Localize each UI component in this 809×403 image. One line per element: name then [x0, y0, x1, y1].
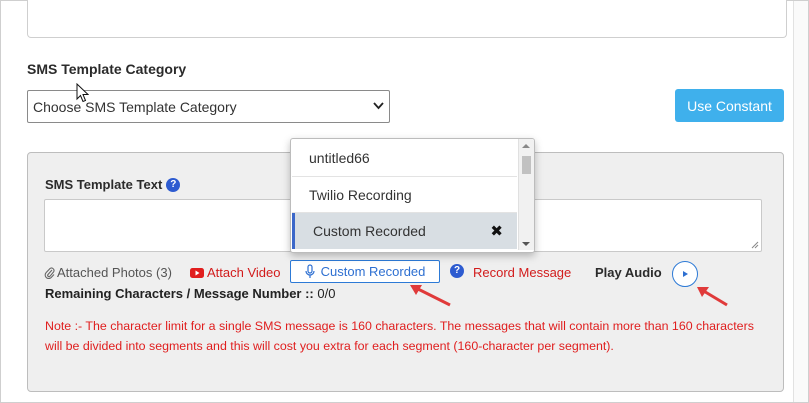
- microphone-icon: [305, 264, 315, 278]
- use-constant-button[interactable]: Use Constant: [675, 89, 784, 122]
- character-limit-note: Note :- The character limit for a single…: [45, 319, 754, 353]
- scroll-down-icon[interactable]: [522, 241, 530, 247]
- chevron-down-icon: [373, 102, 384, 110]
- dropdown-scrollbar[interactable]: [518, 139, 534, 250]
- play-audio-label: Play Audio: [595, 265, 662, 280]
- custom-recorded-button[interactable]: Custom Recorded: [290, 260, 440, 283]
- attached-photos-link[interactable]: Attached Photos (3): [44, 265, 172, 280]
- paperclip-icon: [44, 267, 55, 279]
- page-frame: SMS Template Category Choose SMS Templat…: [0, 0, 809, 403]
- dropdown-item[interactable]: Twilio Recording: [292, 177, 517, 213]
- category-select-value: Choose SMS Template Category: [33, 99, 237, 115]
- recording-dropdown[interactable]: untitled66 Twilio Recording Custom Recor…: [290, 138, 535, 253]
- remove-icon[interactable]: ✖: [490, 222, 503, 240]
- template-label-row: SMS Template Text ?: [45, 177, 181, 192]
- dropdown-item-label: Twilio Recording: [309, 187, 412, 203]
- resize-handle-icon[interactable]: [751, 241, 759, 249]
- attach-video-link[interactable]: Attach Video: [190, 265, 280, 280]
- help-icon[interactable]: ?: [450, 264, 464, 278]
- dropdown-scroll-thumb[interactable]: [522, 156, 531, 174]
- template-label: SMS Template Text: [45, 177, 163, 192]
- annotation-arrow-icon: [410, 285, 451, 307]
- remaining-label: Remaining Characters / Message Number ::: [45, 286, 314, 301]
- help-icon[interactable]: ?: [166, 177, 181, 192]
- mouse-cursor-icon: [76, 83, 89, 103]
- page-scrollbar[interactable]: [793, 1, 808, 402]
- annotation-arrow-icon: [697, 287, 728, 307]
- dropdown-item-selected[interactable]: Custom Recorded ✖: [292, 213, 517, 249]
- attached-photos-label: Attached Photos (3): [57, 265, 172, 280]
- remaining-value: 0/0: [317, 286, 336, 301]
- dropdown-item[interactable]: untitled66: [292, 140, 517, 176]
- attach-video-label: Attach Video: [207, 265, 281, 280]
- template-toolbar: Attached Photos (3) Attach Video Custom …: [44, 260, 724, 287]
- custom-recorded-label: Custom Recorded: [320, 264, 426, 279]
- dropdown-item-label: untitled66: [309, 150, 370, 166]
- remaining-characters: Remaining Characters / Message Number ::…: [45, 286, 335, 301]
- play-icon: [683, 271, 688, 277]
- scroll-up-icon[interactable]: [522, 143, 530, 149]
- record-message-link[interactable]: Record Message: [473, 265, 571, 280]
- top-field[interactable]: [27, 0, 787, 38]
- dropdown-item-label: Custom Recorded: [313, 223, 426, 239]
- category-label: SMS Template Category: [27, 61, 187, 77]
- youtube-icon: [190, 267, 204, 278]
